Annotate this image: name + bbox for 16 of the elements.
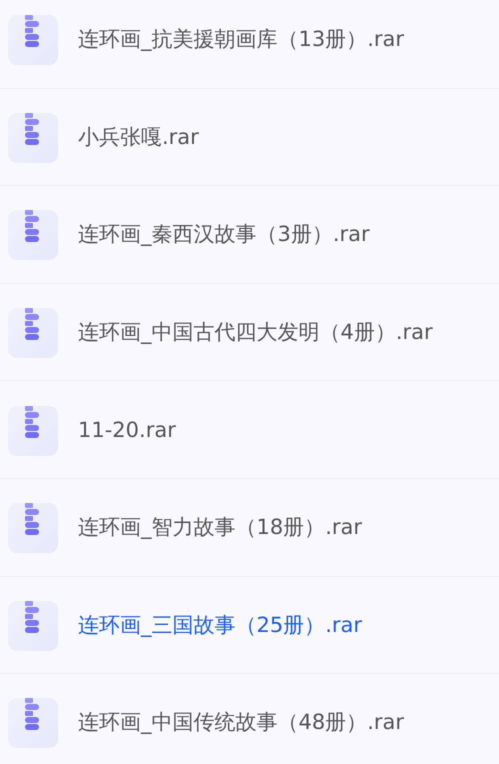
- zip-file-icon: [8, 15, 58, 66]
- zip-file-icon: [8, 503, 58, 554]
- file-name[interactable]: 连环画_三国故事（25册）.rar: [78, 610, 362, 639]
- zip-file-icon: [8, 112, 58, 163]
- file-name[interactable]: 小兵张嘎.rar: [78, 122, 199, 151]
- zip-file-icon: [8, 600, 58, 651]
- file-name[interactable]: 连环画_中国传统故事（48册）.rar: [78, 708, 404, 736]
- file-name[interactable]: 连环画_中国古代四大发明（4册）.rar: [78, 318, 433, 346]
- file-name[interactable]: 连环画_秦西汉故事（3册）.rar: [78, 220, 370, 248]
- file-name[interactable]: 连环画_抗美援朝画库（13册）.rar: [78, 25, 404, 54]
- file-name[interactable]: 11-20.rar: [78, 418, 176, 442]
- zip-file-icon: [8, 308, 58, 358]
- zip-file-icon: [8, 210, 58, 260]
- file-name[interactable]: 连环画_智力故事（18册）.rar: [78, 513, 362, 542]
- zip-file-icon: [8, 406, 58, 456]
- zip-file-icon: [8, 698, 58, 748]
